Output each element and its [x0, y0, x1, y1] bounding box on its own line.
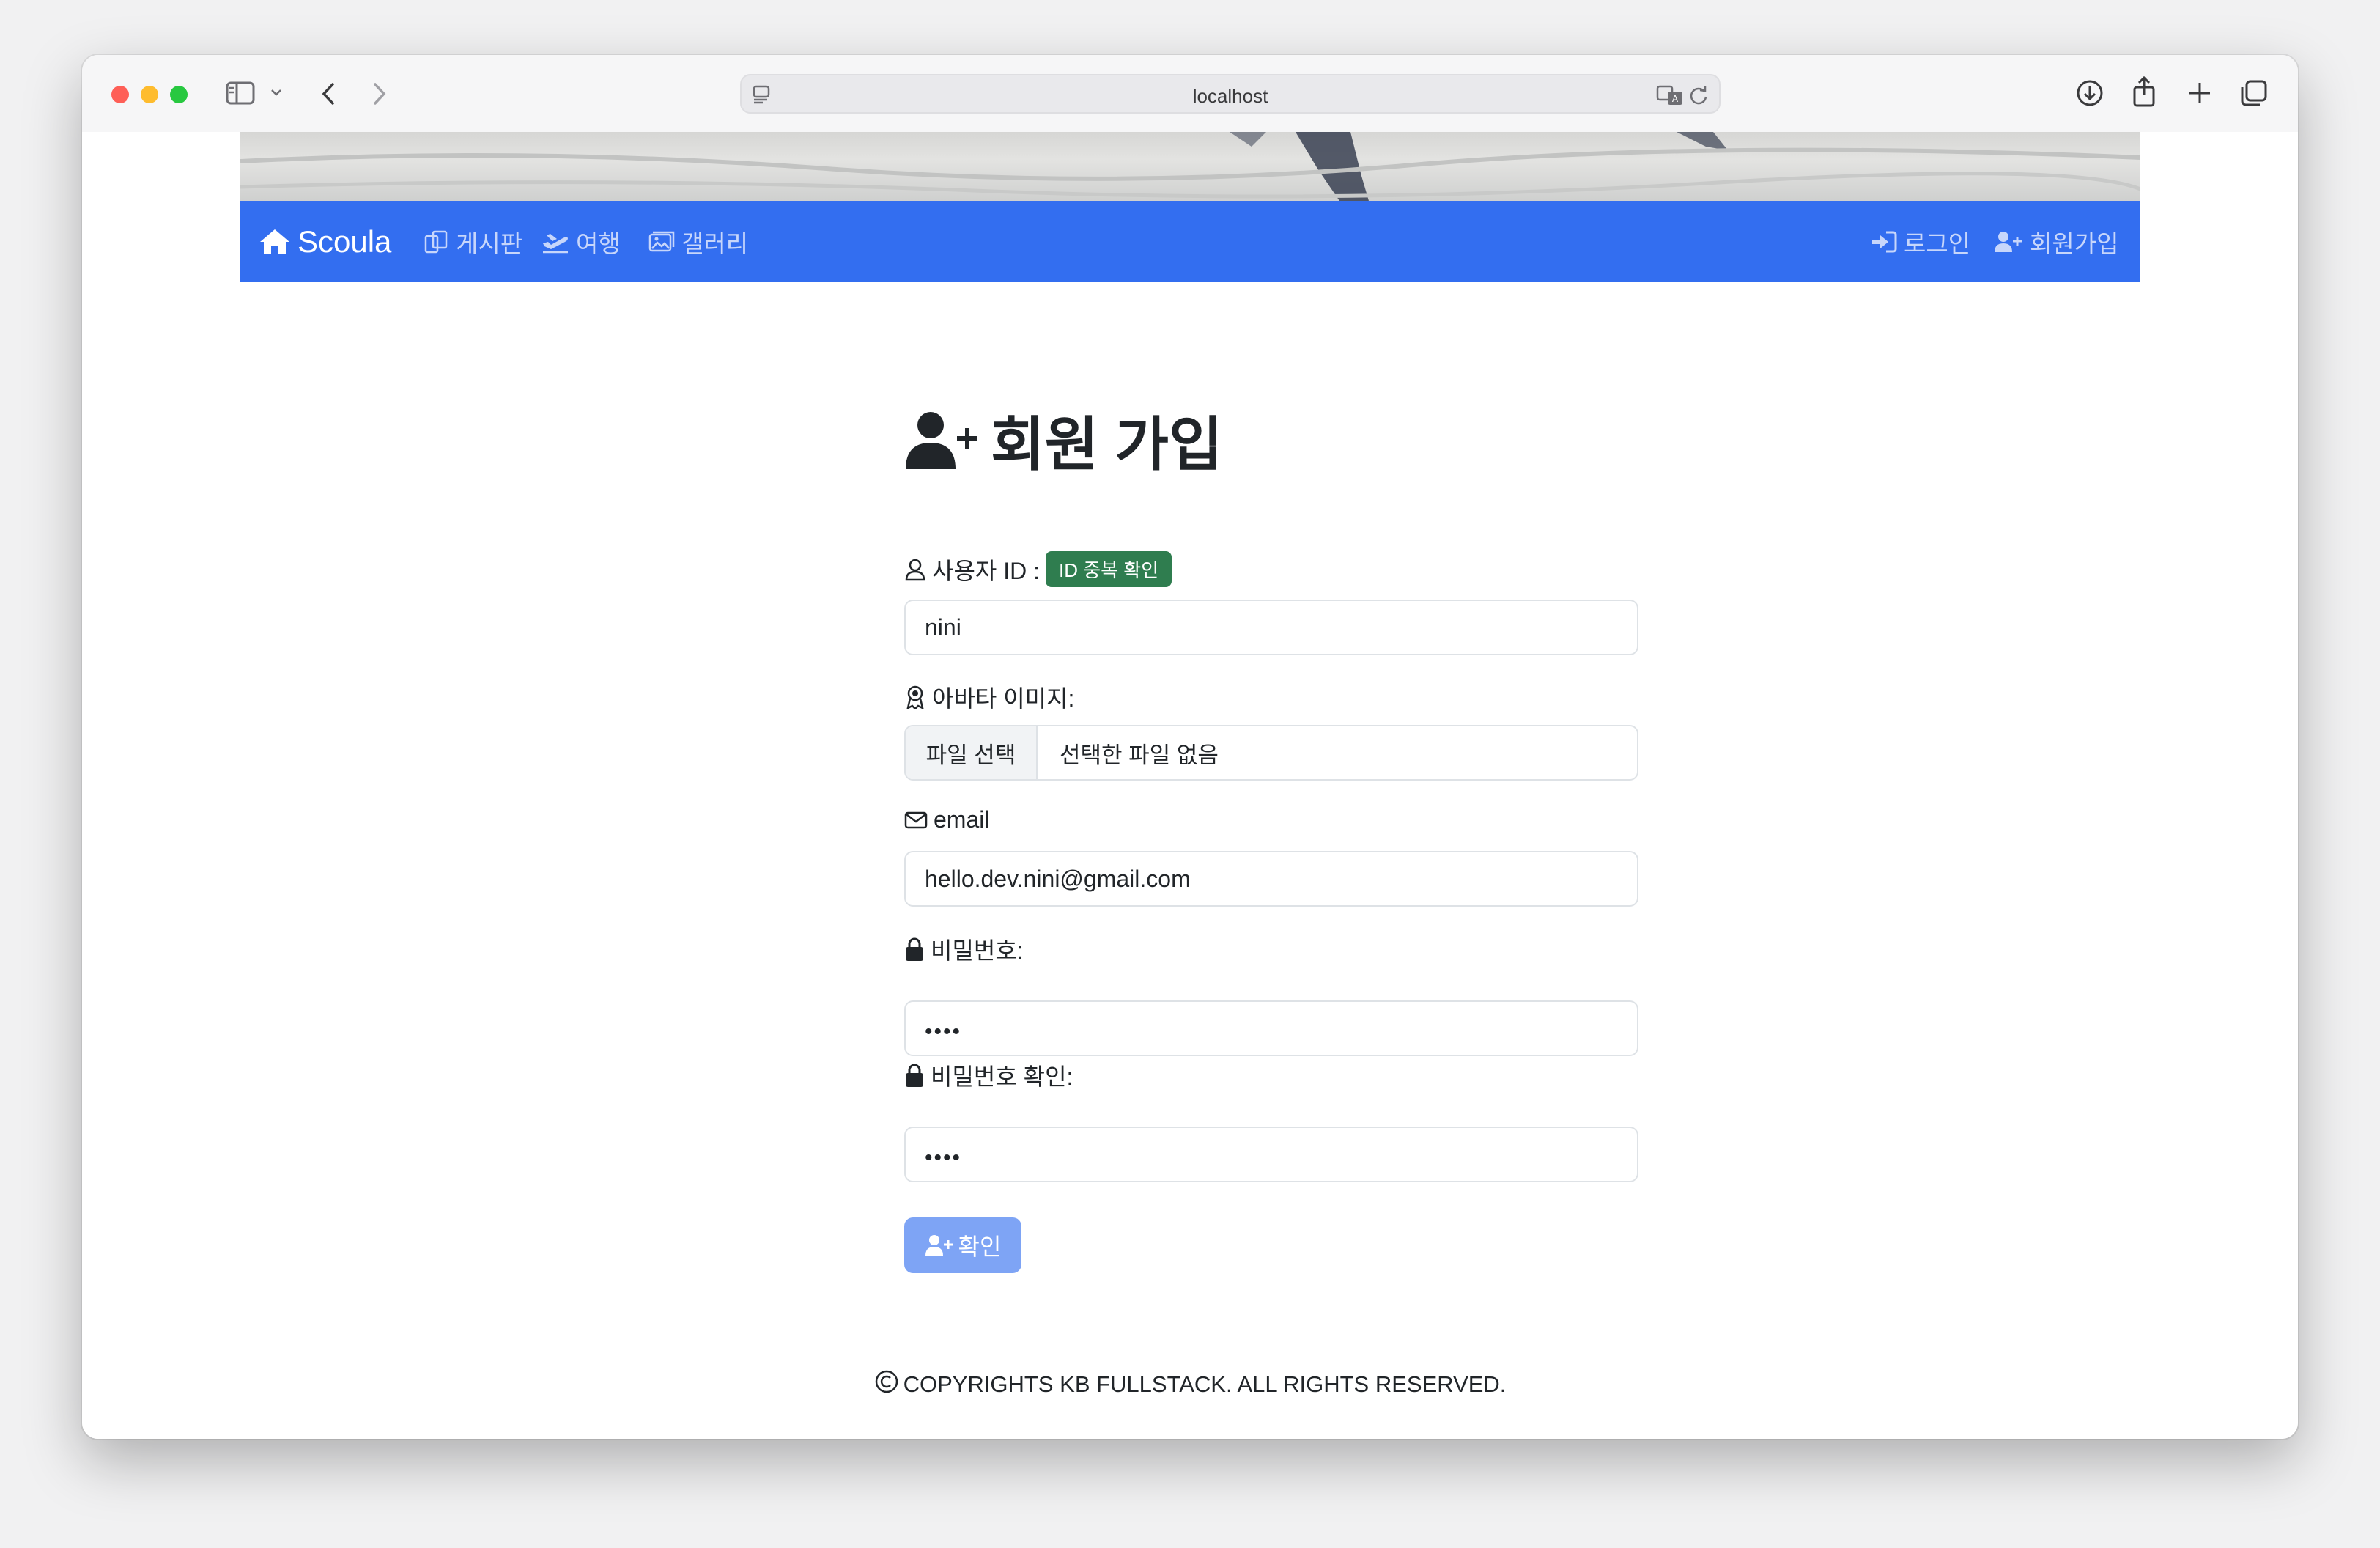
- nav-item-login[interactable]: 로그인: [1870, 201, 1970, 282]
- file-status-text: 선택한 파일 없음: [1060, 742, 1219, 768]
- brand-label: Scoula: [298, 224, 392, 259]
- nav-item-travel[interactable]: 여행: [541, 201, 621, 282]
- board-icon: [424, 230, 448, 253]
- lock-icon: [906, 1064, 923, 1087]
- id-duplicate-check-button[interactable]: ID 중복 확인: [1046, 551, 1172, 587]
- home-icon: [260, 229, 289, 254]
- nav-item-label: 로그인: [1904, 229, 1971, 257]
- password-masked-value: ••••: [925, 1020, 962, 1044]
- chevron-down-icon[interactable]: [270, 87, 283, 97]
- avatar-file-input[interactable]: 파일 선택 선택한 파일 없음: [904, 725, 1638, 781]
- password-confirm-masked-value: ••••: [925, 1146, 962, 1170]
- password-confirm-label: 비밀번호 확인:: [904, 1058, 1073, 1092]
- brand-link[interactable]: Scoula: [258, 201, 391, 282]
- banner-image: [240, 132, 2140, 201]
- page-title-text: 회원 가입: [991, 412, 1223, 477]
- password-confirm-label-text: 비밀번호 확인:: [931, 1064, 1073, 1090]
- top-navbar: Scoula 게시판 여행 갤러리 로그인 회원가입: [240, 201, 2140, 282]
- nav-item-signup[interactable]: 회원가입: [1993, 201, 2118, 282]
- email-label: email: [904, 806, 989, 833]
- back-arrow-icon[interactable]: [318, 81, 339, 107]
- user-id-value: nini: [925, 613, 961, 641]
- nav-item-label: 여행: [576, 229, 621, 257]
- copyright-icon: [874, 1369, 899, 1400]
- lock-icon: [906, 937, 923, 961]
- downloads-icon[interactable]: [2075, 78, 2104, 108]
- email-label-text: email: [934, 806, 990, 833]
- login-icon: [1872, 231, 1897, 252]
- zoom-window-button[interactable]: [170, 86, 188, 103]
- password-label-text: 비밀번호:: [931, 937, 1024, 964]
- nav-item-label: 게시판: [456, 229, 523, 257]
- web-page: Scoula 게시판 여행 갤러리 로그인 회원가입 회원 가입 사용자 ID …: [82, 132, 2298, 1439]
- browser-toolbar: localhost A: [82, 55, 2298, 133]
- nav-item-label: 갤러리: [681, 229, 749, 257]
- nav-item-gallery[interactable]: 갤러리: [648, 201, 748, 282]
- submit-button-label: 확인: [958, 1234, 1002, 1260]
- badge-icon: [906, 685, 924, 710]
- nav-item-board[interactable]: 게시판: [424, 201, 522, 282]
- user-plus-icon: [1995, 231, 2022, 252]
- tab-overview-icon[interactable]: [2239, 78, 2269, 108]
- user-id-label: 사용자 ID : ID 중복 확인: [904, 551, 1172, 587]
- minimize-window-button[interactable]: [141, 86, 158, 103]
- envelope-icon: [904, 811, 928, 828]
- email-value: hello.dev.nini@gmail.com: [925, 865, 1191, 892]
- choose-file-button[interactable]: 파일 선택: [906, 726, 1038, 779]
- browser-window: localhost A Scoula 게시판 여행 갤러리 로그인 회원가입 회…: [82, 55, 2298, 1439]
- svg-text:A: A: [1672, 94, 1679, 104]
- user-icon: [905, 559, 925, 580]
- user-id-label-text: 사용자 ID :: [932, 557, 1040, 584]
- user-id-input[interactable]: nini: [904, 600, 1638, 655]
- submit-button[interactable]: 확인: [904, 1217, 1021, 1273]
- avatar-label-text: 아바타 이미지:: [932, 685, 1075, 712]
- share-icon[interactable]: [2131, 75, 2157, 108]
- reload-icon[interactable]: [1688, 84, 1709, 106]
- password-input[interactable]: ••••: [904, 1000, 1638, 1056]
- user-plus-icon: [925, 1235, 953, 1256]
- address-bar[interactable]: localhost A: [740, 74, 1721, 114]
- image-icon: [648, 231, 675, 251]
- user-plus-icon: [906, 412, 978, 469]
- avatar-label: 아바타 이미지:: [904, 680, 1074, 714]
- sidebar-toggle-icon[interactable]: [226, 81, 256, 106]
- close-window-button[interactable]: [111, 86, 129, 103]
- password-label: 비밀번호:: [904, 932, 1024, 966]
- plane-icon: [543, 233, 568, 253]
- translate-icon[interactable]: A: [1656, 84, 1684, 106]
- nav-item-label: 회원가입: [2030, 229, 2119, 257]
- footer: COPYRIGHTS KB FULLSTACK. ALL RIGHTS RESE…: [82, 1369, 2298, 1400]
- password-confirm-input[interactable]: ••••: [904, 1127, 1638, 1182]
- page-title: 회원 가입: [904, 407, 1223, 477]
- forward-arrow-icon[interactable]: [369, 81, 390, 107]
- new-tab-icon[interactable]: [2187, 80, 2213, 106]
- copyright-text: COPYRIGHTS KB FULLSTACK. ALL RIGHTS RESE…: [903, 1371, 1507, 1397]
- url-text: localhost: [1192, 85, 1268, 107]
- email-input[interactable]: hello.dev.nini@gmail.com: [904, 851, 1638, 907]
